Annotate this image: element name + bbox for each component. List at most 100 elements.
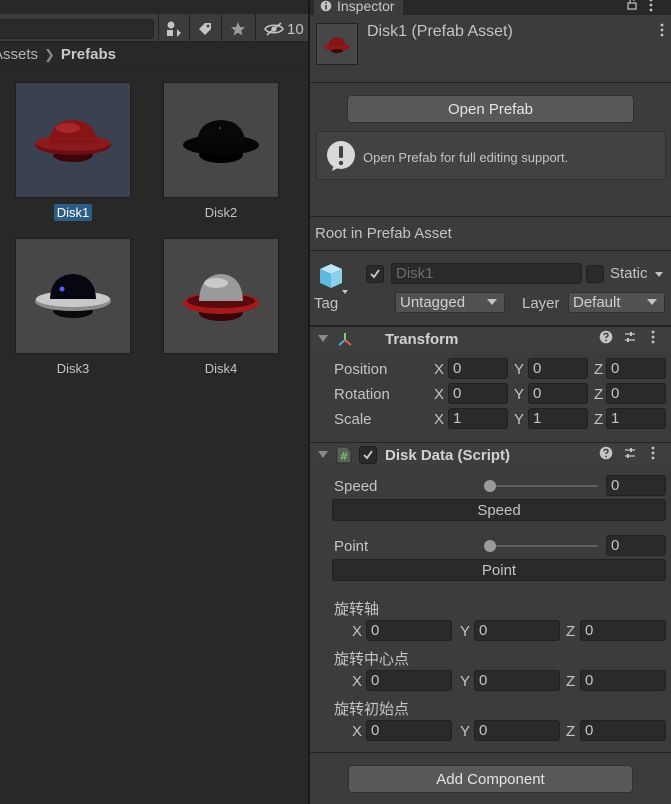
tag-value: Untagged: [400, 294, 466, 311]
asset-tile-disk4[interactable]: Disk4: [156, 238, 286, 377]
project-search-input[interactable]: [0, 19, 154, 39]
lock-icon[interactable]: [626, 0, 638, 13]
breadcrumb-assets[interactable]: Assets: [0, 46, 38, 63]
rotation-center-y-field[interactable]: 0: [474, 670, 560, 691]
rotation-center-label: 旋转中心点: [334, 651, 410, 668]
rotation-axis-x-field[interactable]: 0: [366, 620, 452, 641]
rotation-start-y-field[interactable]: 0: [474, 720, 560, 741]
help-text: Open Prefab for full editing support.: [363, 150, 569, 165]
toolbar-divider: [255, 14, 256, 42]
preset-sliders-icon[interactable]: [623, 446, 637, 463]
info-icon: [320, 0, 332, 12]
tag-dropdown[interactable]: Untagged: [395, 292, 505, 313]
rotation-y-field[interactable]: 0: [528, 383, 588, 404]
breadcrumb-chevron-icon: ❯: [44, 46, 55, 62]
axis-y-label: Y: [460, 623, 471, 640]
transform-header[interactable]: Transform: [310, 326, 671, 350]
preset-sliders-icon[interactable]: [623, 330, 637, 347]
axis-y-label: Y: [460, 723, 471, 740]
disk-data-enabled-checkbox[interactable]: [359, 446, 377, 464]
scale-y-field[interactable]: 1: [528, 408, 588, 429]
position-z-field[interactable]: 0: [606, 358, 666, 379]
project-tab-strip: [0, 0, 308, 14]
layer-dropdown[interactable]: Default: [568, 292, 665, 313]
gameobject-cube-icon[interactable]: [318, 262, 350, 296]
rotation-start-x-field[interactable]: 0: [366, 720, 452, 741]
component-divider: [310, 752, 671, 753]
point-slider-track[interactable]: [490, 545, 598, 547]
open-prefab-button[interactable]: Open Prefab: [347, 95, 634, 123]
rotation-axis-y-field[interactable]: 0: [474, 620, 560, 641]
component-kebab-icon[interactable]: [650, 330, 656, 347]
speed-button[interactable]: Speed: [332, 499, 666, 521]
speed-slider-track[interactable]: [490, 485, 598, 487]
rotation-center-z-field[interactable]: 0: [580, 670, 666, 691]
help-question-icon[interactable]: [599, 446, 613, 463]
search-by-label-icon[interactable]: [191, 17, 219, 41]
toolbar-divider: [221, 14, 222, 42]
component-kebab-icon[interactable]: [650, 446, 656, 463]
asset-thumbnail: [163, 238, 279, 354]
prefab-preview-icon: [316, 23, 358, 65]
asset-tile-disk2[interactable]: Disk2: [156, 82, 286, 221]
foldout-arrow-icon[interactable]: [318, 451, 328, 458]
chevron-down-icon: [487, 299, 497, 305]
gameobject-name-field[interactable]: Disk1: [391, 263, 582, 284]
rotation-axis-z-field[interactable]: 0: [580, 620, 666, 641]
tab-inspector[interactable]: Inspector: [314, 0, 403, 15]
axis-x-label: X: [434, 386, 445, 403]
rotation-start-z-field[interactable]: 0: [580, 720, 666, 741]
axis-x-label: X: [352, 623, 363, 640]
project-toolbar: 10: [0, 14, 308, 42]
speed-slider-handle[interactable]: [484, 480, 496, 492]
static-dropdown-caret-icon[interactable]: [655, 272, 663, 277]
axis-z-label: Z: [566, 623, 576, 640]
disk-data-header[interactable]: # Disk Data (Script): [310, 442, 671, 466]
axis-x-label: X: [434, 361, 445, 378]
tab-inspector-label: Inspector: [337, 0, 395, 14]
asset-thumbnail: [15, 238, 131, 354]
transform-title: Transform: [385, 331, 459, 348]
point-button[interactable]: Point: [332, 559, 666, 581]
breadcrumb-prefabs[interactable]: Prefabs: [61, 46, 116, 63]
tab-menu-kebab-icon[interactable]: [648, 0, 654, 15]
hidden-packages-toggle[interactable]: 10: [263, 19, 305, 39]
axis-x-label: X: [434, 411, 445, 428]
rotation-z-field[interactable]: 0: [606, 383, 666, 404]
asset-tile-disk3[interactable]: Disk3: [8, 238, 138, 377]
point-label: Point: [334, 538, 369, 555]
axis-x-label: X: [352, 723, 363, 740]
asset-thumbnail: [163, 82, 279, 198]
asset-tile-disk1[interactable]: Disk1: [8, 82, 138, 221]
axis-y-label: Y: [514, 386, 525, 403]
gameobject-active-checkbox[interactable]: [366, 265, 384, 283]
inspector-title: Disk1 (Prefab Asset): [367, 23, 513, 40]
header-kebab-icon[interactable]: [659, 23, 665, 40]
rotation-center-x-field[interactable]: 0: [366, 670, 452, 691]
foldout-arrow-icon[interactable]: [318, 335, 328, 342]
transform-axes-icon: [338, 333, 352, 346]
axis-z-label: Z: [566, 673, 576, 690]
rotation-x-field[interactable]: 0: [448, 383, 508, 404]
position-y-field[interactable]: 0: [528, 358, 588, 379]
point-value-field[interactable]: 0: [606, 535, 666, 556]
favorites-star-icon[interactable]: [224, 17, 252, 41]
axis-z-label: Z: [594, 386, 604, 403]
layer-label: Layer: [522, 295, 560, 312]
axis-y-label: Y: [460, 673, 471, 690]
scale-z-field[interactable]: 1: [606, 408, 666, 429]
asset-name: Disk1: [53, 204, 93, 221]
script-file-icon: #: [336, 446, 352, 464]
disk-data-title: Disk Data (Script): [385, 447, 511, 464]
position-x-field[interactable]: 0: [448, 358, 508, 379]
static-checkbox[interactable]: [586, 265, 604, 283]
point-slider-handle[interactable]: [484, 540, 496, 552]
speed-value-field[interactable]: 0: [606, 475, 666, 496]
help-question-icon[interactable]: [599, 330, 613, 347]
add-component-button[interactable]: Add Component: [348, 765, 633, 793]
scale-x-field[interactable]: 1: [448, 408, 508, 429]
axis-z-label: Z: [566, 723, 576, 740]
rotation-start-label: 旋转初始点: [334, 701, 410, 718]
search-by-type-icon[interactable]: [160, 17, 188, 41]
axis-y-label: Y: [514, 411, 525, 428]
